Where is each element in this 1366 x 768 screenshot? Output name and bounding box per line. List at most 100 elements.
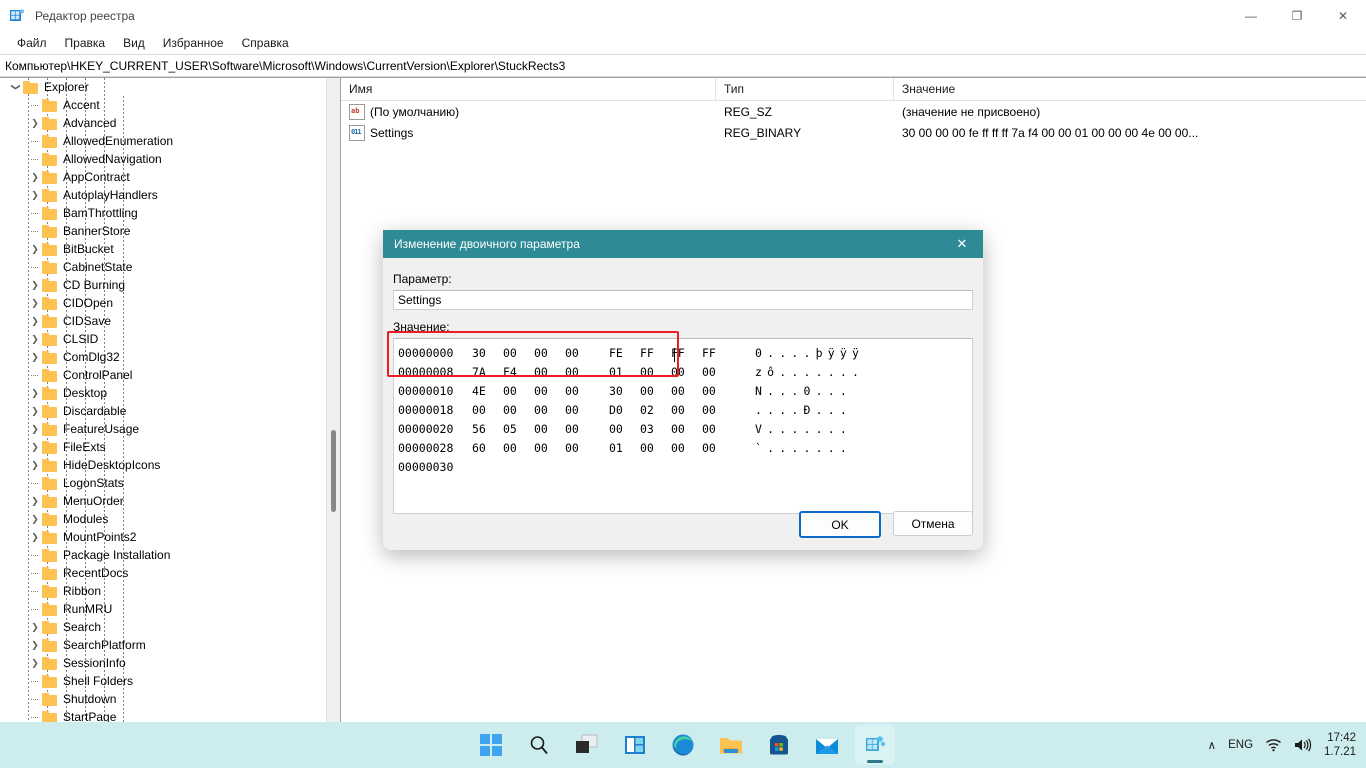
- hex-byte[interactable]: 00: [503, 441, 534, 455]
- chevron-right-icon[interactable]: ❯: [28, 168, 42, 186]
- hex-byte[interactable]: 00: [503, 346, 534, 360]
- menu-help[interactable]: Справка: [233, 34, 298, 52]
- tree-node[interactable]: ❯ Discardable: [0, 402, 327, 420]
- chevron-right-icon[interactable]: ❯: [28, 456, 42, 474]
- hex-byte[interactable]: 00: [640, 441, 671, 455]
- hex-byte[interactable]: 7A: [472, 365, 503, 379]
- hex-byte[interactable]: 00: [472, 403, 503, 417]
- chevron-right-icon[interactable]: ❯: [28, 186, 42, 204]
- tree-node[interactable]: ❯ CD Burning: [0, 276, 327, 294]
- tree-node[interactable]: CabinetState: [0, 258, 327, 276]
- hex-byte[interactable]: 00: [565, 422, 596, 436]
- hex-row[interactable]: 00000030: [396, 457, 972, 476]
- hex-byte[interactable]: 00: [565, 365, 596, 379]
- hex-byte[interactable]: FF: [671, 346, 702, 360]
- hex-byte[interactable]: 30: [472, 346, 503, 360]
- taskbar-regedit-icon[interactable]: [855, 725, 895, 765]
- tree-node[interactable]: Accent: [0, 96, 327, 114]
- param-name-field[interactable]: Settings: [393, 290, 973, 310]
- hex-row[interactable]: 00000008 7A F4 00 00 01 00 00 00 zô.......: [396, 362, 972, 381]
- menu-view[interactable]: Вид: [114, 34, 154, 52]
- hex-byte[interactable]: 03: [640, 422, 671, 436]
- table-row[interactable]: ab (По умолчанию) REG_SZ (значение не присв…: [341, 101, 1366, 122]
- chevron-right-icon[interactable]: ❯: [28, 330, 42, 348]
- hex-byte[interactable]: 00: [702, 403, 733, 417]
- hex-byte[interactable]: 56: [472, 422, 503, 436]
- hex-byte[interactable]: 00: [702, 441, 733, 455]
- tree-node[interactable]: Shutdown: [0, 690, 327, 708]
- hex-byte[interactable]: 00: [534, 422, 565, 436]
- tree-node[interactable]: ❯ CIDSave: [0, 312, 327, 330]
- hex-row[interactable]: 00000010 4E 00 00 00 30 00 00 00 N...0...: [396, 381, 972, 400]
- chevron-right-icon[interactable]: ❯: [28, 240, 42, 258]
- tree-node[interactable]: ControlPanel: [0, 366, 327, 384]
- hex-byte[interactable]: 00: [671, 422, 702, 436]
- tree-node[interactable]: ❯ Explorer: [0, 78, 327, 96]
- chevron-right-icon[interactable]: ❯: [28, 312, 42, 330]
- tree-node[interactable]: ❯ SearchPlatform: [0, 636, 327, 654]
- hex-byte[interactable]: 4E: [472, 384, 503, 398]
- tree-node[interactable]: BamThrottling: [0, 204, 327, 222]
- hex-byte[interactable]: 00: [565, 441, 596, 455]
- tree-node[interactable]: LogonStats: [0, 474, 327, 492]
- tree-node[interactable]: Ribbon: [0, 582, 327, 600]
- cancel-button[interactable]: Отмена: [893, 511, 973, 536]
- tree-node[interactable]: RunMRU: [0, 600, 327, 618]
- file-explorer-icon[interactable]: [711, 725, 751, 765]
- menu-file[interactable]: Файл: [8, 34, 56, 52]
- tree-node[interactable]: ❯ HideDesktopIcons: [0, 456, 327, 474]
- column-header-name[interactable]: Имя: [341, 78, 716, 100]
- hex-byte[interactable]: 00: [534, 365, 565, 379]
- chevron-right-icon[interactable]: ❯: [28, 654, 42, 672]
- language-indicator[interactable]: ENG: [1228, 739, 1253, 751]
- tree-node[interactable]: RecentDocs: [0, 564, 327, 582]
- tree-node[interactable]: ❯ Advanced: [0, 114, 327, 132]
- hex-byte[interactable]: FE: [609, 346, 640, 360]
- hex-byte[interactable]: 00: [640, 384, 671, 398]
- chevron-right-icon[interactable]: ❯: [28, 276, 42, 294]
- hex-byte[interactable]: 00: [534, 346, 565, 360]
- hex-byte[interactable]: 00: [565, 403, 596, 417]
- hex-byte[interactable]: 00: [565, 346, 596, 360]
- chevron-right-icon[interactable]: ❯: [28, 294, 42, 312]
- table-row[interactable]: 011 Settings REG_BINARY 30 00 00 00 fe ff f…: [341, 122, 1366, 143]
- tree-node[interactable]: ❯ Modules: [0, 510, 327, 528]
- hex-byte[interactable]: 30: [609, 384, 640, 398]
- hex-row[interactable]: 00000000 30 00 00 00 FE FF FF FF 0....þÿÿÿ: [396, 343, 972, 362]
- tree-node[interactable]: ❯ CIDOpen: [0, 294, 327, 312]
- column-header-value[interactable]: Значение: [894, 78, 1179, 100]
- tree-node[interactable]: ❯ MountPoints2: [0, 528, 327, 546]
- hex-byte[interactable]: 00: [702, 422, 733, 436]
- minimize-button[interactable]: —: [1228, 0, 1274, 32]
- address-bar[interactable]: Компьютер\HKEY_CURRENT_USER\Software\Mic…: [0, 54, 1366, 77]
- hex-byte[interactable]: 05: [503, 422, 534, 436]
- tree-node[interactable]: ❯ AutoplayHandlers: [0, 186, 327, 204]
- microsoft-store-icon[interactable]: [759, 725, 799, 765]
- hex-row[interactable]: 00000028 60 00 00 00 01 00 00 00 `.......: [396, 438, 972, 457]
- tree-scrollbar[interactable]: [326, 78, 340, 722]
- edge-icon[interactable]: [663, 725, 703, 765]
- hex-row[interactable]: 00000020 56 05 00 00 00 03 00 00 V.......: [396, 419, 972, 438]
- hex-byte[interactable]: 00: [609, 422, 640, 436]
- tree-node[interactable]: ❯ Search: [0, 618, 327, 636]
- ok-button[interactable]: OK: [799, 511, 881, 538]
- column-header-type[interactable]: Тип: [716, 78, 894, 100]
- dialog-close-icon[interactable]: ✕: [941, 230, 983, 258]
- chevron-right-icon[interactable]: ❯: [28, 528, 42, 546]
- hex-row[interactable]: 00000018 00 00 00 00 D0 02 00 00 ....Ð...: [396, 400, 972, 419]
- clock[interactable]: 17:42 1.7.21: [1324, 731, 1356, 759]
- hex-byte[interactable]: 00: [702, 365, 733, 379]
- tree-node[interactable]: ❯ BitBucket: [0, 240, 327, 258]
- mail-icon[interactable]: [807, 725, 847, 765]
- widgets-icon[interactable]: [615, 725, 655, 765]
- hex-editor[interactable]: 00000000 30 00 00 00 FE FF FF FF 0....þÿÿÿ 0000000…: [393, 338, 973, 514]
- hex-byte[interactable]: 00: [671, 365, 702, 379]
- hex-byte[interactable]: 00: [640, 365, 671, 379]
- tree-node[interactable]: ❯ AppContract: [0, 168, 327, 186]
- hex-byte[interactable]: F4: [503, 365, 534, 379]
- chevron-right-icon[interactable]: ❯: [28, 348, 42, 366]
- hex-byte[interactable]: 00: [702, 384, 733, 398]
- hex-byte[interactable]: D0: [609, 403, 640, 417]
- task-view-icon[interactable]: [567, 725, 607, 765]
- tree-node[interactable]: ❯ ComDlg32: [0, 348, 327, 366]
